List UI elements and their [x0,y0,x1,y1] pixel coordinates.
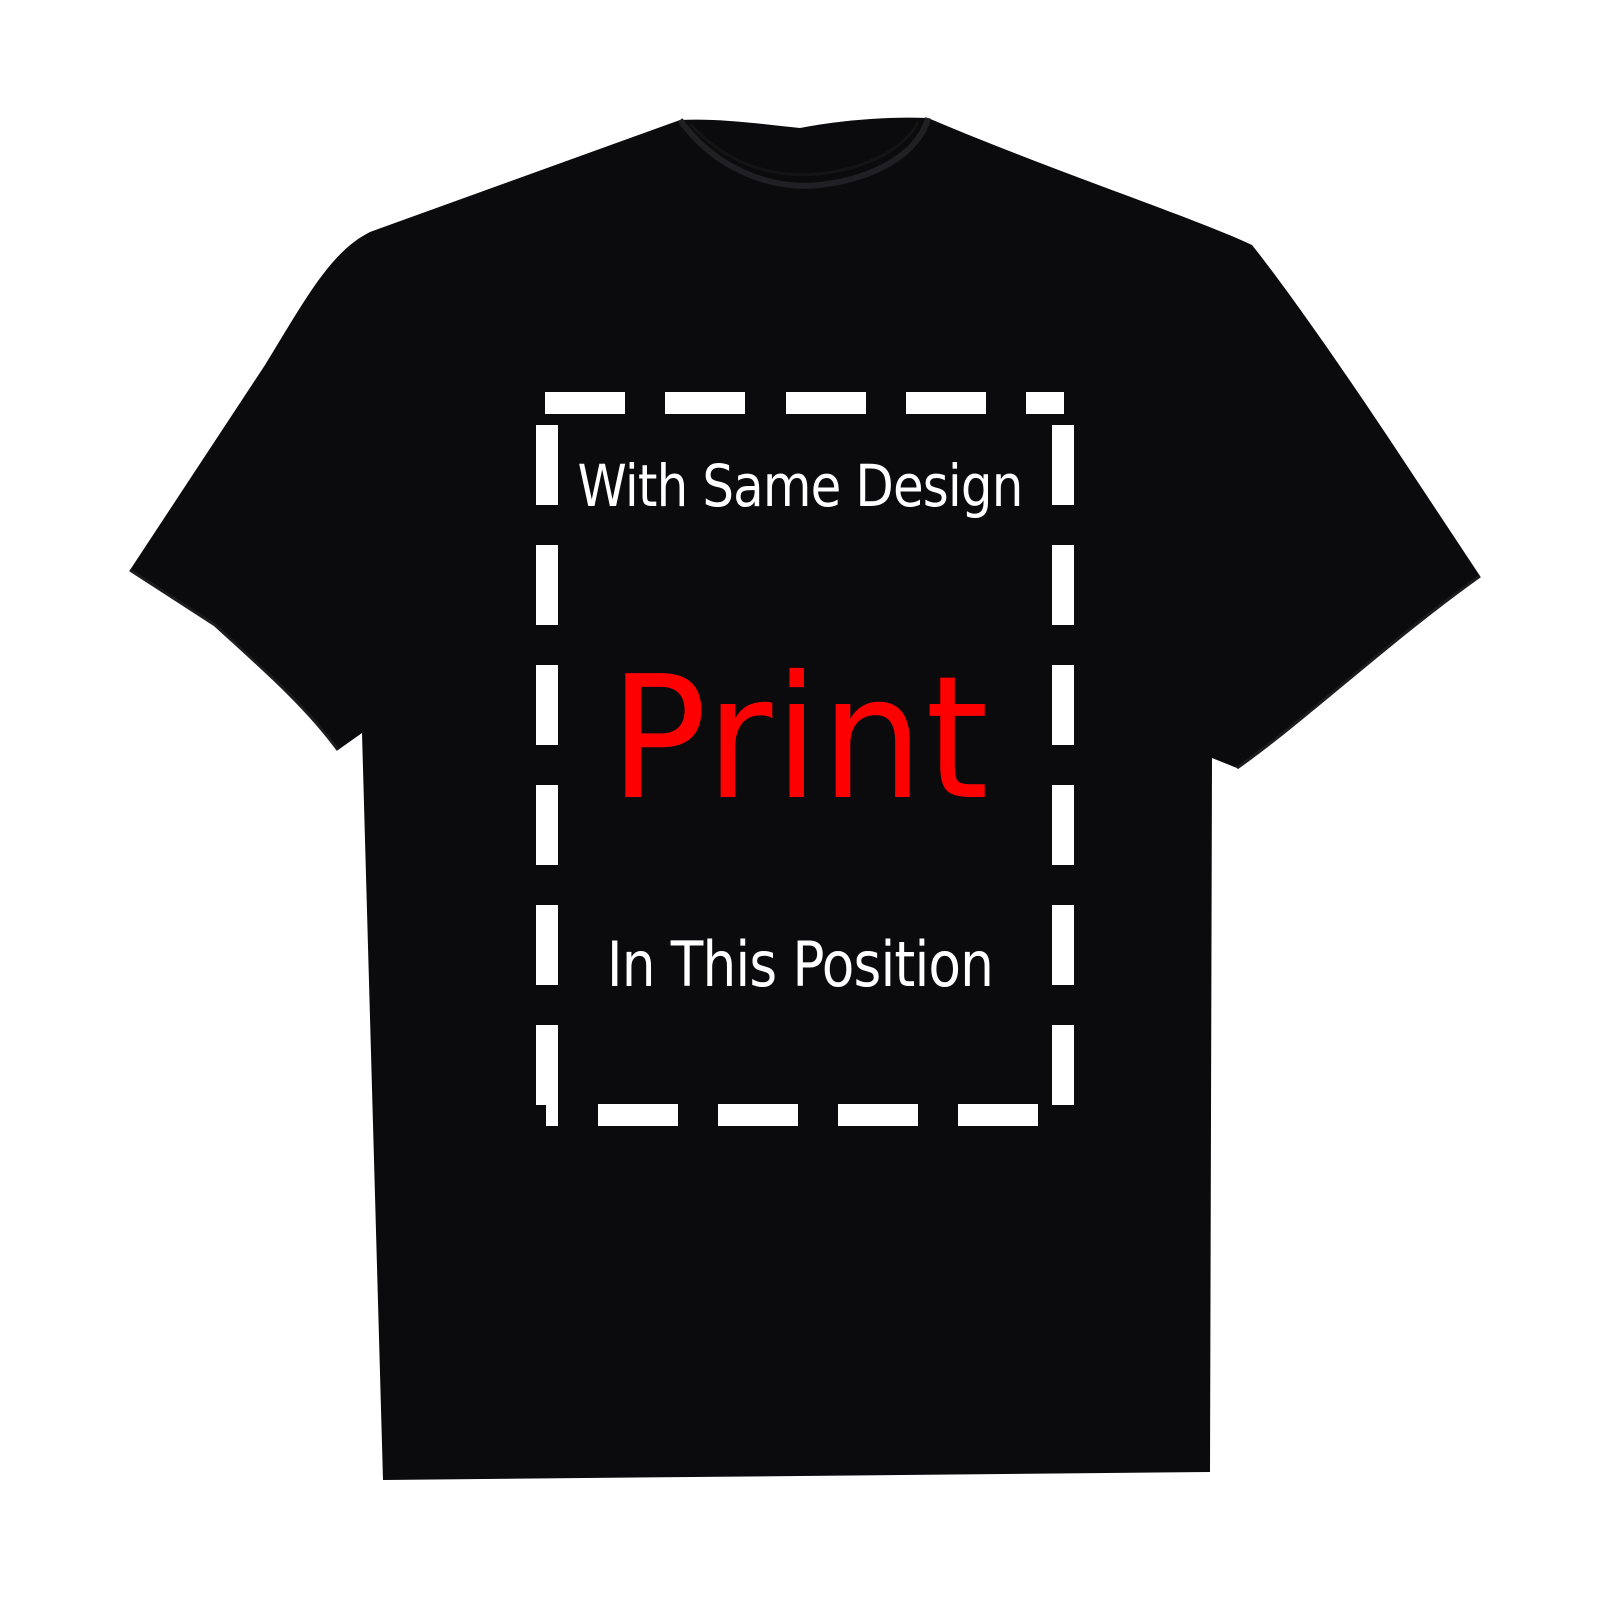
border-dash [958,1104,1038,1126]
border-dash [718,1104,798,1126]
border-dash [545,392,625,414]
border-dash [1052,425,1074,505]
border-dash [536,545,558,625]
border-dash [536,905,558,985]
border-dash [1052,785,1074,865]
border-dash [1052,1025,1074,1105]
border-dash [1026,392,1064,414]
border-dash [536,425,558,505]
print-text-main: Print [609,640,991,838]
border-dash [665,392,745,414]
product-image: With Same Design Print In This Position [0,0,1600,1600]
print-text-bottom: In This Position [606,928,994,1001]
border-dash [1052,545,1074,625]
border-dash [1052,665,1074,745]
print-text-top: With Same Design [577,452,1024,520]
border-dash [598,1104,678,1126]
border-dash [536,1025,558,1105]
border-dash [546,1104,558,1126]
border-dash [1052,905,1074,985]
border-dash [906,392,986,414]
border-dash [786,392,866,414]
border-dash [838,1104,918,1126]
